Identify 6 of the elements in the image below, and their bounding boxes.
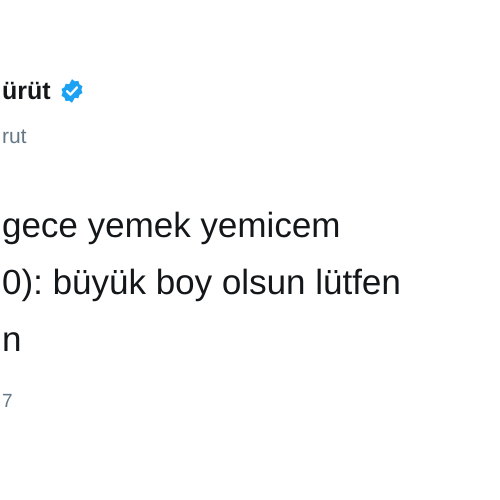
author-handle: rut bbox=[2, 126, 28, 147]
tweet-text-line: 0): büyük boy olsun lütfen bbox=[2, 262, 402, 304]
author-name[interactable]: ürüt bbox=[2, 78, 51, 104]
tweet-text-line: n bbox=[2, 319, 22, 361]
tweet-timestamp: 7 bbox=[2, 390, 14, 414]
tweet-text-line: gece yemek yemicem bbox=[2, 205, 342, 247]
